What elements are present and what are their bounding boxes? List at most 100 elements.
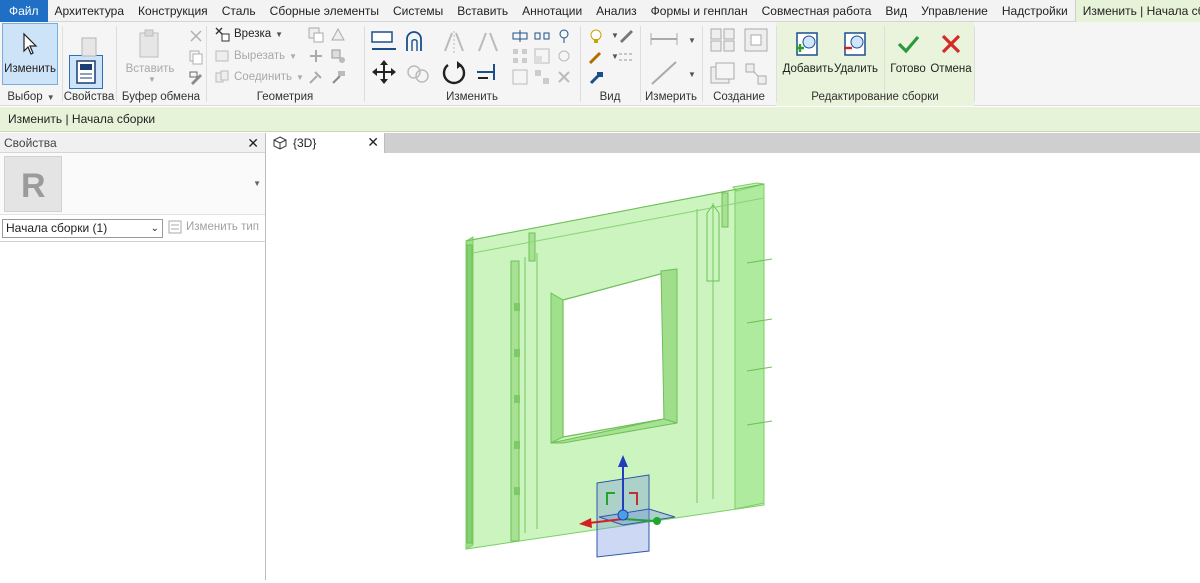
remove-from-assembly-icon (840, 28, 872, 60)
properties-button[interactable] (69, 55, 103, 89)
match-properties-icon[interactable] (186, 68, 206, 88)
paste-button[interactable]: Вставить ▼ (124, 24, 176, 84)
properties-header: Свойства ✕ (0, 133, 265, 153)
split-gap-icon[interactable] (532, 26, 552, 46)
paint-roller-icon[interactable] (586, 68, 606, 88)
line-pattern-icon[interactable] (616, 47, 636, 67)
separator (206, 26, 207, 102)
cope-button[interactable]: Врезка ▼ (214, 24, 283, 44)
svg-text:R: R (21, 167, 46, 204)
dimension-dropdown-icon[interactable]: ▼ (688, 70, 696, 79)
create-group-icon[interactable] (708, 60, 738, 88)
join-geometry-button[interactable]: Соединить ▼ (214, 67, 304, 87)
offset-icon[interactable] (404, 28, 432, 56)
beam-join-icon[interactable] (306, 46, 326, 66)
separator (776, 26, 777, 102)
ribbon-tab[interactable]: Совместная работа (755, 0, 879, 22)
properties-title: Свойства (4, 136, 57, 150)
cut-scissors-icon[interactable] (186, 26, 206, 46)
type-dropdown-icon[interactable]: ▼ (253, 179, 261, 188)
select-dropdown[interactable]: Выбор ▼ (0, 89, 62, 106)
create-assembly-icon[interactable] (708, 26, 738, 54)
close-icon[interactable]: ✕ (247, 133, 259, 153)
model-viewport (465, 182, 773, 558)
join-geometry-icon (214, 69, 230, 85)
mirror-draw-icon[interactable] (474, 28, 502, 56)
hide-element-icon[interactable] (586, 26, 606, 46)
instance-filter-row: Начала сборки (1) ⌄ Изменить тип (0, 218, 266, 240)
split-face-icon[interactable] (328, 25, 348, 45)
pin-icon[interactable] (554, 26, 574, 46)
add-to-assembly-icon (792, 28, 824, 60)
modify-button[interactable]: Изменить (2, 23, 58, 85)
wall-join-icon[interactable] (306, 25, 326, 45)
scale-icon[interactable] (532, 46, 552, 66)
create-parts-icon[interactable] (742, 26, 772, 54)
trim-extend-icon[interactable] (474, 58, 502, 86)
ribbon-tab[interactable]: Формы и генплан (644, 0, 755, 22)
ribbon-tab[interactable]: Вставить (450, 0, 515, 22)
ribbon-tab[interactable]: Анализ (589, 0, 644, 22)
ribbon-tab[interactable]: Надстройки (995, 0, 1075, 22)
ribbon-tab[interactable]: Конструкция (131, 0, 215, 22)
cope-label: Врезка (234, 28, 272, 40)
mirror-axis-icon[interactable] (440, 28, 468, 56)
join-geometry-label: Соединить (234, 71, 293, 83)
tab-file[interactable]: Файл (0, 0, 48, 22)
remove-from-assembly-button[interactable]: Удалить (832, 24, 880, 75)
rotate-icon[interactable] (440, 58, 468, 86)
properties-icon (74, 59, 98, 85)
create-panel-title: Создание (713, 91, 765, 103)
ribbon-tab[interactable]: Архитектура (48, 0, 132, 22)
measure-dropdown-icon[interactable]: ▼ (688, 36, 696, 45)
finish-button[interactable]: Готово (887, 24, 929, 75)
view-tab-label: {3D} (293, 136, 317, 150)
override-graphics-icon[interactable] (616, 26, 636, 46)
linework-icon[interactable] (586, 47, 606, 67)
paste-button-label: Вставить (125, 63, 175, 75)
array-grid-icon[interactable] (532, 67, 552, 87)
array-icon[interactable] (510, 46, 530, 66)
view-tab-3d[interactable]: {3D} ✕ (267, 133, 385, 153)
paint-icon[interactable] (328, 46, 348, 66)
ribbon-tab[interactable]: Аннотации (515, 0, 589, 22)
properties-preview-icon (74, 36, 104, 60)
copy-element-icon[interactable] (404, 58, 432, 86)
demolish-icon[interactable] (306, 67, 326, 87)
add-to-assembly-button[interactable]: Добавить (780, 24, 836, 75)
panel-select: Изменить Выбор ▼ (0, 22, 62, 106)
cope-icon (214, 26, 230, 42)
group-icon[interactable] (510, 67, 530, 87)
dimension-icon[interactable] (648, 58, 680, 88)
ribbon-tab[interactable]: Изменить | Начала сборки (1074, 0, 1200, 22)
ribbon-tab[interactable]: Вид (878, 0, 914, 22)
split-element-icon[interactable] (510, 26, 530, 46)
copy-icon[interactable] (186, 47, 206, 67)
ribbon-tab[interactable]: Управление (914, 0, 995, 22)
type-selector[interactable]: R ▼ (0, 153, 265, 215)
ribbon-tab[interactable]: Сборные элементы (263, 0, 386, 22)
create-similar-icon[interactable] (742, 60, 772, 88)
delete-icon[interactable] (554, 67, 574, 87)
hammer-icon[interactable] (328, 67, 348, 87)
separator (702, 26, 703, 102)
measure-distance-icon[interactable] (648, 28, 680, 50)
unpin-icon[interactable] (554, 46, 574, 66)
view-tabs: {3D} ✕ (267, 133, 1200, 153)
ribbon-tab[interactable]: Сталь (215, 0, 263, 22)
cancel-button[interactable]: Отмена (930, 24, 972, 75)
cut-geometry-button[interactable]: Вырезать ▼ (214, 46, 297, 66)
chevron-down-icon: ⌄ (150, 223, 159, 234)
close-icon[interactable]: ✕ (367, 134, 379, 151)
ribbon-tabs: Файл Архитектура Конструкция Сталь Сборные э… (0, 0, 1200, 22)
ribbon-tab[interactable]: Системы (386, 0, 450, 22)
edit-assembly-panel-title: Редактирование сборки (811, 91, 939, 103)
edit-type-button[interactable]: Изменить тип (168, 220, 259, 234)
instance-filter-select[interactable]: Начала сборки (1) ⌄ (2, 219, 163, 238)
clipboard-panel-title: Буфер обмена (121, 91, 201, 103)
align-icon[interactable] (370, 28, 398, 56)
separator (116, 26, 117, 102)
move-icon[interactable] (370, 58, 398, 86)
3d-view-canvas[interactable] (267, 153, 1200, 580)
select-panel-title: Выбор (7, 91, 43, 103)
